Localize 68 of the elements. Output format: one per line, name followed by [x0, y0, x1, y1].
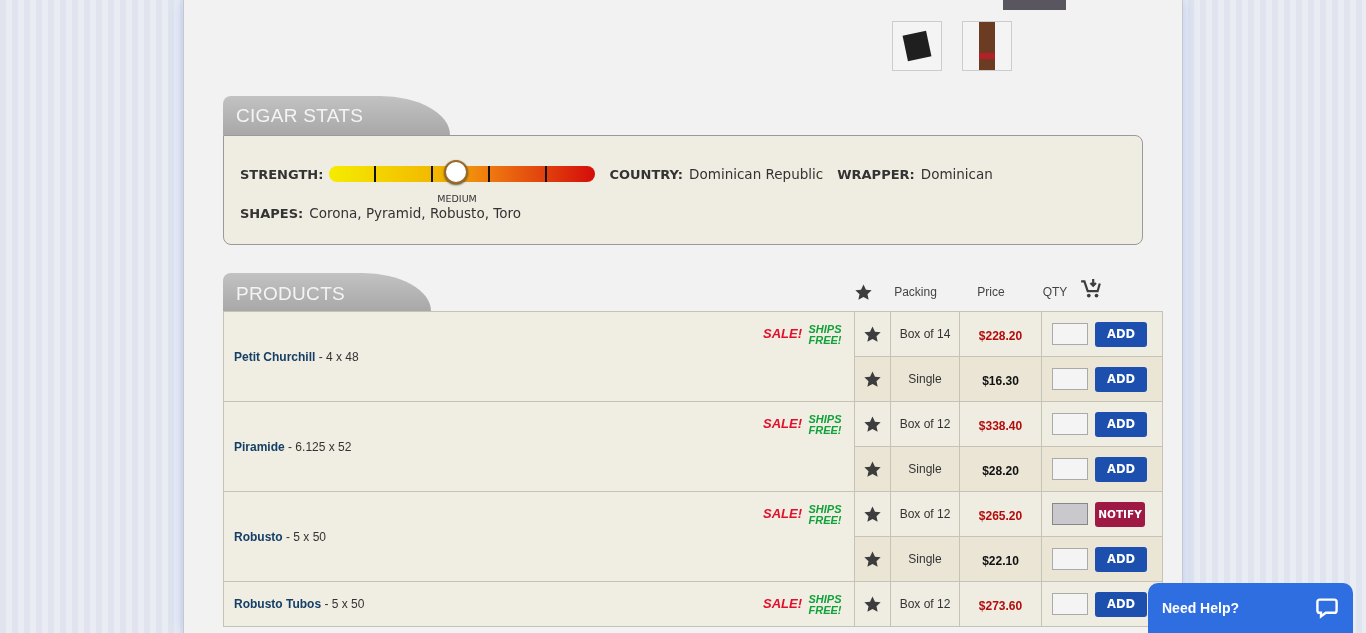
favorite-star-icon[interactable] [863, 369, 882, 389]
favorite-star-icon[interactable] [863, 549, 882, 569]
favorite-star-icon[interactable] [863, 594, 882, 614]
qty-field[interactable] [1052, 458, 1088, 480]
qty-field[interactable] [1052, 413, 1088, 435]
qty-field[interactable] [1052, 323, 1088, 345]
chat-bubble-icon[interactable] [1315, 596, 1339, 620]
product-size: - 5 x 50 [323, 597, 365, 611]
price-text: $273.60 [978, 598, 1023, 613]
chat-widget[interactable]: Need Help? [1148, 583, 1353, 633]
product-size: - 5 x 50 [285, 529, 326, 544]
price-text: $265.20 [978, 508, 1023, 523]
favorite-star-icon[interactable] [863, 504, 882, 524]
stat-label: COUNTRY: [609, 166, 684, 182]
thumbnail[interactable] [892, 21, 942, 71]
sale-label: SALE! [763, 417, 802, 430]
free-shipping-label: SHIPS FREE! [807, 594, 843, 616]
packing-text: Single [908, 372, 942, 386]
strength-reading: MEDIUM [437, 193, 477, 204]
stat-value: Dominican [920, 166, 993, 182]
product-link[interactable]: Robusto Tubos [234, 597, 322, 611]
price-text: $338.40 [978, 418, 1023, 433]
add-button[interactable]: ADD [1095, 321, 1147, 347]
sale-label: SALE! [763, 507, 802, 520]
column-header: Price [977, 285, 1005, 299]
favorite-star-icon[interactable] [863, 414, 882, 434]
price-text: $228.20 [978, 328, 1023, 343]
shapes-value: Corona, Pyramid, Robusto, Toro [309, 205, 521, 221]
packing-text: Box of 14 [899, 327, 951, 341]
product-link[interactable]: Petit Churchill [234, 349, 316, 364]
packing-text: Box of 12 [899, 507, 951, 521]
cart-icon [1080, 278, 1102, 300]
free-shipping-label: SHIPS FREE! [807, 414, 843, 436]
product-size: - 6.125 x 52 [287, 439, 352, 454]
sale-label: SALE! [763, 327, 802, 340]
price-text: $22.10 [982, 553, 1019, 568]
qty-field[interactable] [1052, 368, 1088, 390]
price-text: $16.30 [982, 373, 1019, 388]
packing-text: Single [908, 552, 942, 566]
product-link[interactable]: Piramide [234, 439, 285, 454]
add-button[interactable]: ADD [1095, 591, 1147, 617]
add-button[interactable]: ADD [1095, 366, 1147, 392]
stat-label: WRAPPER: [837, 166, 915, 182]
sale-label: SALE! [763, 597, 802, 610]
product-link[interactable]: Robusto [234, 529, 283, 544]
add-button[interactable]: ADD [1095, 411, 1147, 437]
favorite-star-icon[interactable] [863, 324, 882, 344]
chat-label: Need Help? [1162, 600, 1239, 616]
add-button[interactable]: ADD [1095, 546, 1147, 572]
packing-text: Single [908, 462, 942, 476]
price-text: $28.20 [982, 463, 1019, 478]
column-header: Packing [894, 285, 937, 299]
product-photo [1003, 0, 1066, 10]
qty-field[interactable] [1052, 593, 1088, 615]
shapes-label: SHAPES: [240, 205, 304, 221]
free-shipping-label: SHIPS FREE! [807, 324, 843, 346]
packing-text: Box of 12 [899, 417, 951, 431]
packing-text: Box of 12 [899, 597, 951, 611]
column-header: QTY [1042, 285, 1068, 299]
add-button[interactable]: ADD [1095, 456, 1147, 482]
star-icon [853, 282, 873, 302]
stat-value: Dominican Republic [689, 166, 824, 182]
product-size: - 4 x 48 [317, 349, 359, 364]
thumbnail[interactable] [962, 21, 1012, 71]
strength-label: STRENGTH: [240, 166, 324, 182]
qty-field[interactable] [1052, 548, 1088, 570]
free-shipping-label: SHIPS FREE! [807, 504, 843, 526]
favorite-star-icon[interactable] [863, 459, 882, 479]
